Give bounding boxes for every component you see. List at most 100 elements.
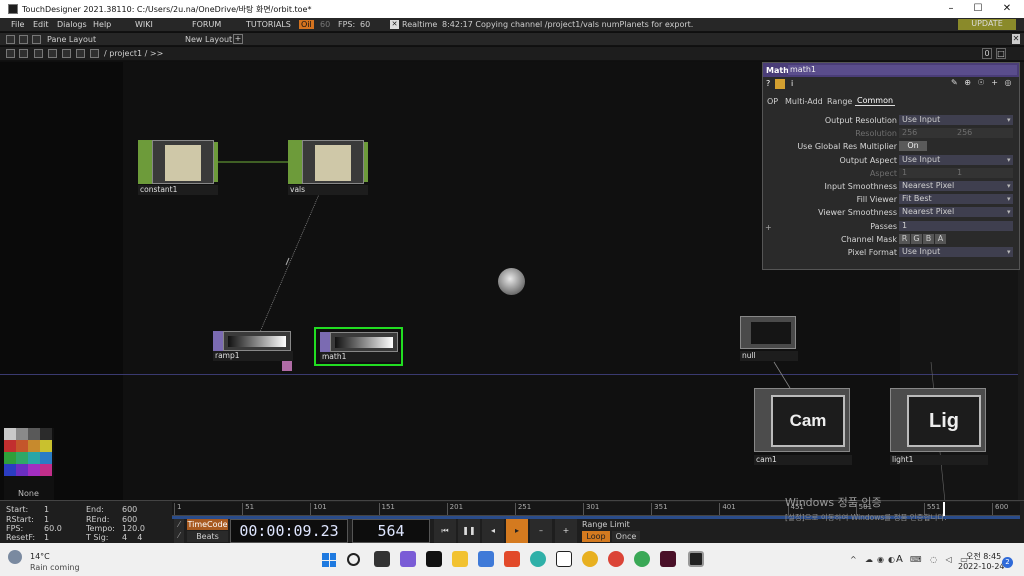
param-toggle[interactable]: On xyxy=(899,141,927,152)
update-button[interactable]: UPDATE xyxy=(958,19,1016,30)
mail-icon[interactable] xyxy=(478,551,494,567)
dropdown-arrow-icon[interactable]: ▾ xyxy=(1007,182,1011,190)
node-label[interactable]: math1 xyxy=(320,352,400,362)
param-tab-common[interactable]: Common xyxy=(855,96,896,106)
play-button[interactable]: ▸ xyxy=(506,519,528,543)
palette-swatch[interactable] xyxy=(16,428,28,440)
ramp-output-icon[interactable] xyxy=(282,361,292,371)
office-icon[interactable] xyxy=(504,551,520,567)
node-label[interactable]: ramp1 xyxy=(213,351,293,361)
oil-indicator[interactable]: Oil xyxy=(299,20,314,29)
notion-icon[interactable] xyxy=(556,551,572,567)
channel-mask-g[interactable]: G xyxy=(911,233,922,244)
stop-icon[interactable] xyxy=(6,49,15,58)
weather-temp[interactable]: 14°C xyxy=(30,552,50,561)
add-icon[interactable] xyxy=(62,49,71,58)
info-icon[interactable]: i xyxy=(791,79,793,88)
menu-help[interactable]: Help xyxy=(93,20,111,29)
node-null[interactable]: null xyxy=(740,316,798,361)
pause-button[interactable]: ❚❚ xyxy=(458,519,480,543)
timecode-toggle[interactable]: TimeCode xyxy=(187,519,228,530)
param-value[interactable]: 1 xyxy=(899,220,1013,231)
tempo-value[interactable]: 120.0 xyxy=(122,524,145,533)
palette-swatch[interactable] xyxy=(40,428,52,440)
realtime-checkbox[interactable]: ✕ xyxy=(390,20,399,29)
task-view-icon[interactable] xyxy=(374,551,390,567)
close-button[interactable]: ✕ xyxy=(996,2,1018,16)
start-value[interactable]: 1 xyxy=(44,505,49,514)
rstart-value[interactable]: 1 xyxy=(44,515,49,524)
node-light1[interactable]: Lig light1 xyxy=(890,388,988,466)
menu-edit[interactable]: Edit xyxy=(33,20,49,29)
touchdesigner-taskbar-icon[interactable] xyxy=(688,551,704,567)
tab-wiki[interactable]: WIKI xyxy=(135,20,153,29)
menu-dialogs[interactable]: Dialogs xyxy=(57,20,87,29)
bookmark-icon[interactable] xyxy=(76,49,85,58)
palette-swatch[interactable] xyxy=(4,464,16,476)
indesign-icon[interactable] xyxy=(660,551,676,567)
channel-mask-b[interactable]: B xyxy=(923,233,934,244)
palette-swatch[interactable] xyxy=(16,440,28,452)
param-value[interactable]: Use Input xyxy=(899,154,1013,165)
pane-layout-label[interactable]: Pane Layout xyxy=(47,35,96,44)
step-plus-button[interactable]: + xyxy=(555,519,577,543)
search-icon[interactable] xyxy=(347,553,360,566)
palette-swatch[interactable] xyxy=(40,464,52,476)
param-toolbar-icons[interactable]: ✎ ⊕ ☉ + ◎ xyxy=(951,78,1017,89)
input-lang[interactable]: A xyxy=(896,554,903,565)
file-explorer-icon[interactable] xyxy=(452,551,468,567)
palette-swatch[interactable] xyxy=(40,452,52,464)
palette-none-label[interactable]: None xyxy=(18,489,39,498)
add-layout-button[interactable]: + xyxy=(233,34,243,44)
node-label[interactable]: cam1 xyxy=(754,455,852,465)
param-value[interactable]: Nearest Pixel xyxy=(899,207,1013,218)
tab-tutorials[interactable]: TUTORIALS xyxy=(246,20,291,29)
notification-badge[interactable]: 2 xyxy=(1002,557,1013,568)
tsig-value[interactable]: 4 4 xyxy=(122,533,142,542)
palette-swatch[interactable] xyxy=(16,464,28,476)
node-vals[interactable]: vals xyxy=(288,140,368,196)
home-icon[interactable] xyxy=(19,49,28,58)
maximize-button[interactable]: ☐ xyxy=(967,2,989,16)
tab-forum[interactable]: FORUM xyxy=(192,20,221,29)
param-value[interactable]: Use Input xyxy=(899,115,1013,125)
node-constant1[interactable]: constant1 xyxy=(138,140,218,196)
param-tab-op[interactable]: OP xyxy=(767,97,778,106)
palette-swatch[interactable] xyxy=(28,428,40,440)
dropdown-arrow-icon[interactable]: ▾ xyxy=(1007,248,1011,256)
python-icon[interactable] xyxy=(775,79,785,89)
dropdown-arrow-icon[interactable]: ▾ xyxy=(1007,116,1011,124)
palette-swatch[interactable] xyxy=(4,440,16,452)
clock-time[interactable]: 오전 8:45 xyxy=(966,551,1001,562)
rewind-button[interactable]: ⏮ xyxy=(434,519,456,543)
back-icon[interactable] xyxy=(34,49,43,58)
chat-icon[interactable] xyxy=(400,551,416,567)
close-pane-icon[interactable]: ✕ xyxy=(1012,34,1020,44)
step-minus-button[interactable]: – xyxy=(530,519,552,543)
palette-swatch[interactable] xyxy=(28,464,40,476)
node-cam1[interactable]: Cam cam1 xyxy=(754,388,852,466)
dropdown-arrow-icon[interactable]: ▾ xyxy=(1007,208,1011,216)
rend-value[interactable]: 600 xyxy=(122,515,137,524)
param-tab-range[interactable]: Range xyxy=(827,97,852,106)
palette-swatch[interactable] xyxy=(40,440,52,452)
frame-display[interactable]: 564 xyxy=(352,519,430,543)
node-label[interactable]: null xyxy=(740,351,798,361)
weather-icon[interactable] xyxy=(8,550,22,564)
end-value[interactable]: 600 xyxy=(122,505,137,514)
path-counter[interactable]: 0 xyxy=(982,48,992,59)
timeline-collapse-icon[interactable]: ⁄ ⁄ xyxy=(174,519,184,543)
menu-file[interactable]: File xyxy=(11,20,24,29)
minimize-button[interactable]: – xyxy=(940,2,962,16)
loop-toggle[interactable]: Loop xyxy=(582,531,610,542)
clock-date[interactable]: 2022-10-24 xyxy=(958,562,1005,571)
dropdown-arrow-icon[interactable]: ▾ xyxy=(1007,195,1011,203)
palette-swatch[interactable] xyxy=(28,440,40,452)
help-icon[interactable]: ? xyxy=(766,79,770,88)
node-math1[interactable]: math1 xyxy=(314,327,403,366)
param-value[interactable]: Use Input xyxy=(899,247,1013,257)
step-back-button[interactable]: ◂ xyxy=(482,519,504,543)
node-label[interactable]: light1 xyxy=(890,455,988,465)
edge-icon[interactable] xyxy=(530,551,546,567)
network-path[interactable]: / project1 / >> xyxy=(104,49,163,58)
